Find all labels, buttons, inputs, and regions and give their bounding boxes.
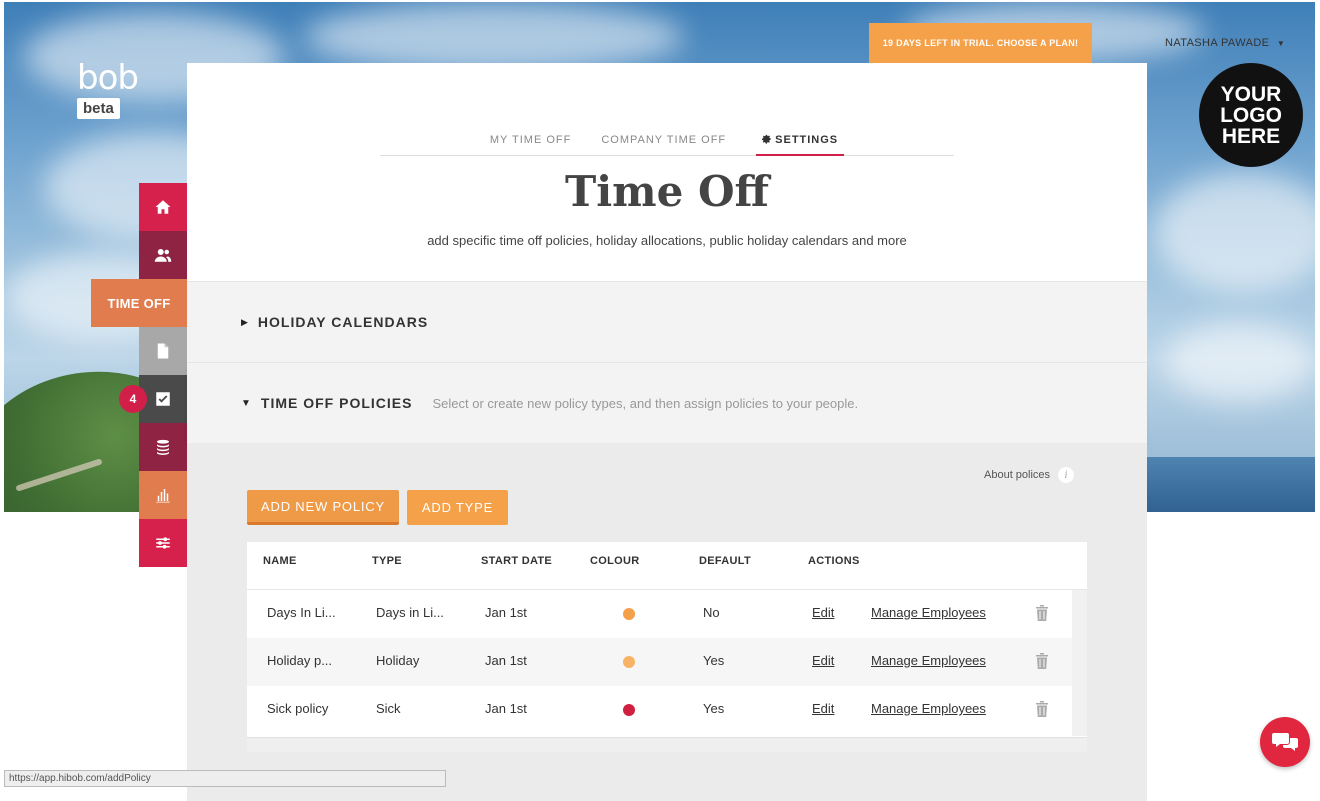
manage-employees-link[interactable]: Manage Employees <box>871 701 986 716</box>
tasks-count-badge: 4 <box>119 385 147 413</box>
tab-settings[interactable]: SETTINGS <box>756 130 845 156</box>
manage-employees-link[interactable]: Manage Employees <box>871 653 986 668</box>
document-icon <box>157 343 169 359</box>
trash-icon[interactable] <box>1035 653 1049 669</box>
policy-start-date: Jan 1st <box>485 653 527 668</box>
tab-my-time-off[interactable]: MY TIME OFF <box>490 130 572 156</box>
policy-type: Sick <box>376 701 401 716</box>
about-policies-link[interactable]: About polices i <box>984 467 1075 483</box>
sliders-icon <box>156 537 170 549</box>
checkbox-icon <box>156 392 170 406</box>
nav-people[interactable] <box>139 231 187 279</box>
policy-start-date: Jan 1st <box>485 701 527 716</box>
trial-banner-button[interactable]: 19 DAYS LEFT IN TRIAL. CHOOSE A PLAN! <box>869 23 1092 63</box>
column-header-colour: COLOUR <box>590 555 640 567</box>
table-row: Sick policy Sick Jan 1st Yes Edit Manage… <box>247 686 1072 734</box>
policy-type: Days in Li... <box>376 605 444 620</box>
page-title: Time Off <box>564 167 770 216</box>
column-header-actions: ACTIONS <box>808 555 860 567</box>
table-scrollbar[interactable] <box>1072 590 1087 736</box>
nav-settings[interactable] <box>139 519 187 567</box>
table-horizontal-scrollbar[interactable] <box>247 737 1087 752</box>
tab-settings-label: SETTINGS <box>775 134 839 146</box>
brand-logo[interactable]: bob beta <box>77 60 139 119</box>
column-header-type: TYPE <box>372 555 402 567</box>
column-header-name: NAME <box>263 555 297 567</box>
time-off-policies-section[interactable]: ▼ TIME OFF POLICIES Select or create new… <box>187 362 1147 442</box>
logo-line: YOUR <box>1220 82 1282 106</box>
section-description: Select or create new policy types, and t… <box>432 395 859 411</box>
user-menu[interactable]: NATASHA PAWADE ▼ <box>1165 37 1285 49</box>
policy-name: Sick policy <box>267 701 329 716</box>
tab-company-time-off[interactable]: COMPANY TIME OFF <box>601 130 726 156</box>
beta-badge: beta <box>77 98 120 119</box>
gear-icon <box>762 134 772 144</box>
home-icon <box>155 200 171 214</box>
table-row: Days In Li... Days in Li... Jan 1st No E… <box>247 590 1072 638</box>
policy-type: Holiday <box>376 653 420 668</box>
policy-start-date: Jan 1st <box>485 605 527 620</box>
trash-icon[interactable] <box>1035 605 1049 621</box>
table-row: Holiday p... Holiday Jan 1st Yes Edit Ma… <box>247 638 1072 686</box>
nav-payroll[interactable] <box>139 423 187 471</box>
column-header-default: DEFAULT <box>699 555 752 567</box>
add-new-policy-button[interactable]: ADD NEW POLICY <box>247 490 399 525</box>
logo-line: LOGO <box>1220 103 1282 127</box>
browser-status-url: https://app.hibob.com/addPolicy <box>4 770 446 787</box>
brand-name: bob <box>77 58 139 98</box>
chevron-down-icon: ▼ <box>1276 39 1286 48</box>
add-type-button[interactable]: ADD TYPE <box>407 490 508 525</box>
time-off-tabs: MY TIME OFF COMPANY TIME OFF SETTINGS <box>380 130 954 156</box>
colour-swatch <box>623 608 635 620</box>
bar-chart-icon <box>156 489 170 503</box>
user-name: NATASHA PAWADE <box>1165 37 1270 49</box>
company-logo[interactable]: YOUR LOGO HERE <box>1199 63 1303 167</box>
policy-default: No <box>703 605 720 620</box>
info-icon: i <box>1058 467 1075 483</box>
policy-name: Holiday p... <box>267 653 333 668</box>
main-panel: MY TIME OFF COMPANY TIME OFF SETTINGS Ti… <box>187 63 1147 801</box>
policies-area: About polices i ADD NEW POLICY ADD TYPE … <box>187 443 1147 801</box>
column-header-start-date: START DATE <box>481 555 553 567</box>
caret-down-icon: ▼ <box>241 397 251 409</box>
holiday-calendars-section[interactable]: ▶ HOLIDAY CALENDARS <box>187 281 1147 362</box>
manage-employees-link[interactable]: Manage Employees <box>871 605 986 620</box>
coins-icon <box>157 439 169 455</box>
edit-link[interactable]: Edit <box>812 653 834 668</box>
table-header: NAME TYPE START DATE COLOUR DEFAULT ACTI… <box>247 542 1087 590</box>
nav-analytics[interactable] <box>139 471 187 519</box>
about-policies-label: About polices <box>984 469 1051 481</box>
nav-documents[interactable] <box>139 327 187 375</box>
section-label: HOLIDAY CALENDARS <box>257 314 429 330</box>
edit-link[interactable]: Edit <box>812 701 834 716</box>
page-subtitle: add specific time off policies, holiday … <box>427 233 907 248</box>
people-icon <box>154 249 172 262</box>
edit-link[interactable]: Edit <box>812 605 834 620</box>
trash-icon[interactable] <box>1035 701 1049 717</box>
logo-line: HERE <box>1221 124 1281 148</box>
chat-button[interactable] <box>1260 717 1310 767</box>
nav-time-off[interactable]: TIME OFF <box>91 279 187 327</box>
policy-name: Days In Li... <box>267 605 336 620</box>
nav-home[interactable] <box>139 183 187 231</box>
policy-default: Yes <box>703 653 725 668</box>
caret-right-icon: ▶ <box>241 316 248 327</box>
chat-bubbles-icon <box>1272 733 1298 751</box>
colour-swatch <box>623 656 635 668</box>
colour-swatch <box>623 704 635 716</box>
policy-default: Yes <box>703 701 725 716</box>
policies-table: NAME TYPE START DATE COLOUR DEFAULT ACTI… <box>247 542 1087 752</box>
section-label: TIME OFF POLICIES <box>260 395 413 411</box>
